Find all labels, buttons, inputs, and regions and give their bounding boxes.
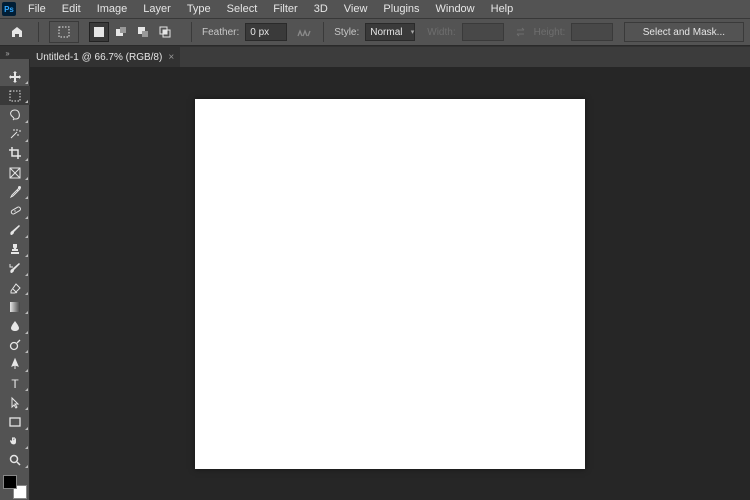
- svg-text:T: T: [11, 377, 19, 391]
- width-label: Width:: [427, 27, 455, 38]
- zoom-tool[interactable]: [0, 451, 30, 470]
- divider: [38, 22, 39, 42]
- lasso-tool[interactable]: [0, 105, 30, 124]
- document-tab-title: Untitled-1 @ 66.7% (RGB/8): [36, 52, 162, 63]
- menu-view[interactable]: View: [336, 1, 376, 17]
- eyedrop-icon: [8, 185, 22, 199]
- menu-select[interactable]: Select: [219, 1, 266, 17]
- menu-edit[interactable]: Edit: [54, 1, 89, 17]
- gradient-icon: [8, 300, 22, 314]
- history-brush-tool[interactable]: [0, 259, 30, 278]
- height-input: [571, 23, 613, 41]
- path-select-tool[interactable]: [0, 393, 30, 412]
- menu-3d[interactable]: 3D: [306, 1, 336, 17]
- move-icon: [8, 70, 22, 84]
- app-logo: Ps: [2, 2, 16, 16]
- selection-new[interactable]: [89, 22, 109, 42]
- color-swatches[interactable]: [0, 470, 30, 500]
- width-input: [462, 23, 504, 41]
- menu-file[interactable]: File: [20, 1, 54, 17]
- type-tool[interactable]: T: [0, 374, 30, 393]
- divider: [191, 22, 192, 42]
- brush-tool[interactable]: [0, 221, 30, 240]
- canvas-area: [30, 67, 750, 500]
- document-tab-bar: Untitled-1 @ 66.7% (RGB/8) ×: [30, 47, 750, 67]
- pathsel-icon: [8, 396, 22, 410]
- rectangle-tool[interactable]: [0, 412, 30, 431]
- menu-filter[interactable]: Filter: [265, 1, 305, 17]
- histbrush-icon: [8, 261, 22, 275]
- wand-icon: [8, 127, 22, 141]
- tool-preset-picker[interactable]: [49, 21, 79, 43]
- eyedropper-tool[interactable]: [0, 182, 30, 201]
- gradient-tool[interactable]: [0, 297, 30, 316]
- stamp-icon: [8, 242, 22, 256]
- brush-icon: [8, 223, 22, 237]
- zoom-icon: [8, 453, 22, 467]
- divider: [323, 22, 324, 42]
- swap-dimensions: [512, 23, 530, 41]
- style-value: Normal: [370, 27, 402, 38]
- menu-type[interactable]: Type: [179, 1, 219, 17]
- feather-label: Feather:: [202, 27, 239, 38]
- menu-layer[interactable]: Layer: [135, 1, 179, 17]
- eraser-tool[interactable]: [0, 278, 30, 297]
- selection-intersect[interactable]: [155, 22, 175, 42]
- selection-add[interactable]: [111, 22, 131, 42]
- hand-tool[interactable]: [0, 432, 30, 451]
- frame-icon: [8, 166, 22, 180]
- move-tool[interactable]: [0, 67, 30, 86]
- antialias-toggle[interactable]: [295, 23, 313, 41]
- style-label: Style:: [334, 27, 359, 38]
- menu-image[interactable]: Image: [89, 1, 136, 17]
- document-tab[interactable]: Untitled-1 @ 66.7% (RGB/8) ×: [30, 47, 180, 67]
- pen-icon: [8, 357, 22, 371]
- toolbox-collapse[interactable]: ››: [0, 47, 14, 59]
- stamp-tool[interactable]: [0, 240, 30, 259]
- rect-icon: [8, 415, 22, 429]
- foreground-color[interactable]: [3, 475, 17, 489]
- menu-help[interactable]: Help: [483, 1, 522, 17]
- close-tab-icon[interactable]: ×: [168, 52, 174, 63]
- feather-input[interactable]: [245, 23, 287, 41]
- options-bar: Feather: Style: Normal▾ Width: Height: S…: [0, 18, 750, 46]
- selection-mode-group: [89, 22, 175, 42]
- selection-subtract[interactable]: [133, 22, 153, 42]
- marquee-icon: [8, 89, 22, 103]
- menu-plugins[interactable]: Plugins: [375, 1, 427, 17]
- bandaid-icon: [8, 204, 22, 218]
- dodge-tool[interactable]: [0, 336, 30, 355]
- hand-icon: [8, 434, 22, 448]
- style-select[interactable]: Normal▾: [365, 23, 415, 41]
- blur-tool[interactable]: [0, 316, 30, 335]
- droplet-icon: [8, 319, 22, 333]
- canvas[interactable]: [195, 99, 585, 469]
- height-label: Height:: [534, 27, 566, 38]
- dodge-icon: [8, 338, 22, 352]
- object-select-tool[interactable]: [0, 125, 30, 144]
- pen-tool[interactable]: [0, 355, 30, 374]
- lasso-icon: [8, 108, 22, 122]
- crop-icon: [8, 146, 22, 160]
- menu-bar: Ps FileEditImageLayerTypeSelectFilter3DV…: [0, 0, 750, 18]
- toolbox: T: [0, 59, 30, 500]
- eraser-icon: [8, 281, 22, 295]
- crop-tool[interactable]: [0, 144, 30, 163]
- home-button[interactable]: [6, 21, 28, 43]
- menu-window[interactable]: Window: [428, 1, 483, 17]
- marquee-tool[interactable]: [0, 86, 30, 105]
- type-icon: T: [8, 377, 22, 391]
- healing-tool[interactable]: [0, 201, 30, 220]
- frame-tool[interactable]: [0, 163, 30, 182]
- select-and-mask-button[interactable]: Select and Mask...: [624, 22, 744, 42]
